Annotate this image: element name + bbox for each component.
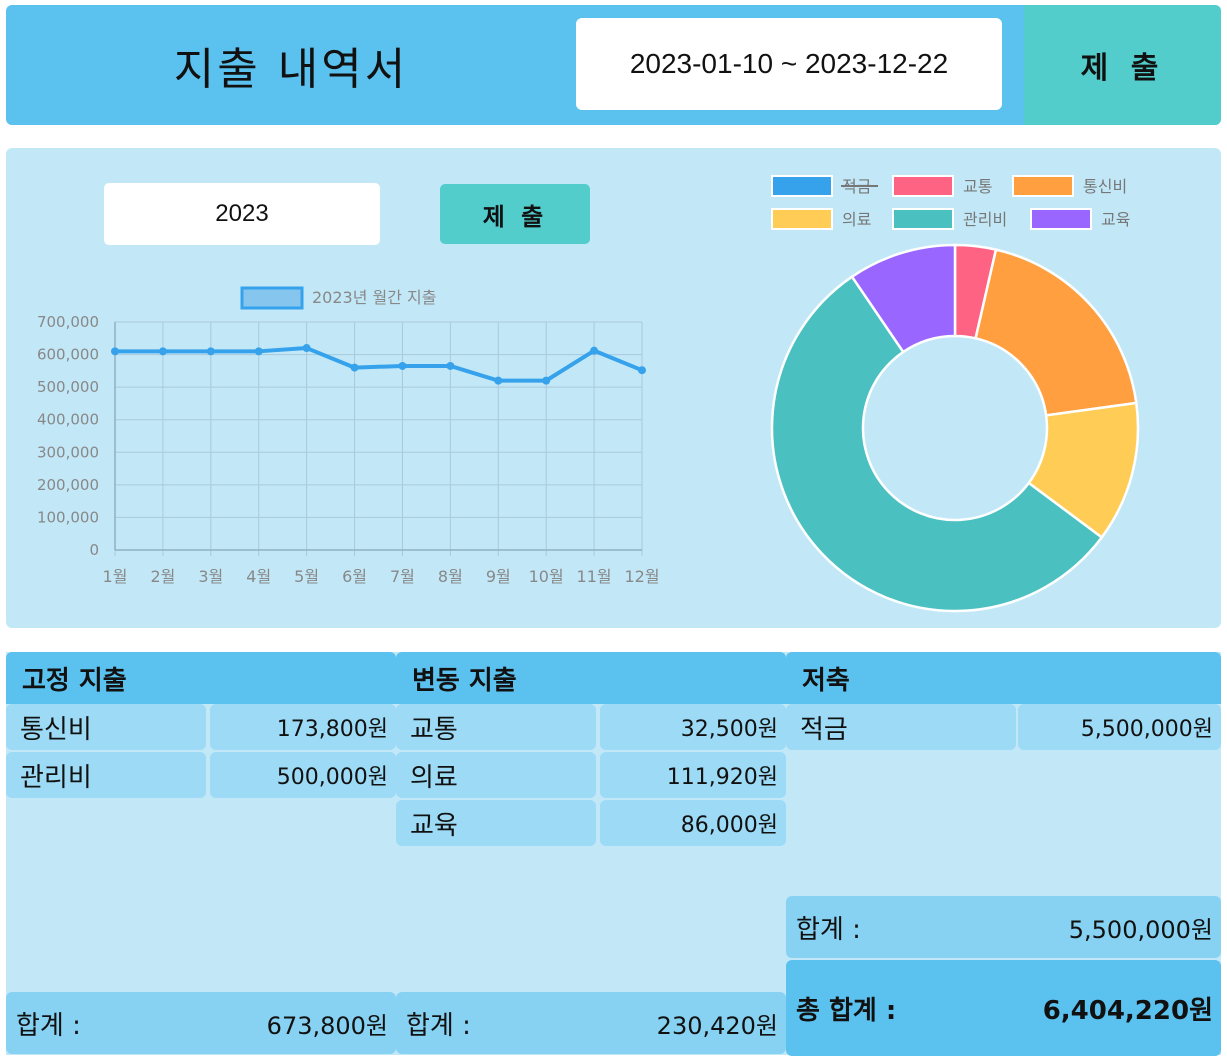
savings-header: 저축	[786, 652, 1221, 704]
variable-sum-value: 230,420원	[656, 1011, 778, 1040]
fixed-item-value: 500,000원	[210, 752, 396, 798]
year-input[interactable]	[104, 183, 380, 245]
variable-sum-label: 합계 :	[406, 1010, 471, 1041]
legend-swatch	[892, 208, 954, 230]
doughnut-slice-통신비	[974, 248, 1138, 417]
x-tick-label: 8월	[438, 567, 463, 586]
y-tick-label: 700,000	[37, 313, 99, 331]
data-point	[638, 366, 646, 375]
variable-item-label: 의료	[396, 752, 596, 798]
line-legend-label: 2023년 월간 지출	[312, 288, 437, 307]
line-legend-swatch	[240, 286, 304, 310]
data-point	[111, 347, 119, 356]
legend-label: 교육	[1101, 210, 1130, 229]
legend-swatch	[1030, 208, 1092, 230]
grand-total-row: 총 합계 : 6,404,220원	[786, 960, 1221, 1056]
legend-swatch	[1012, 175, 1074, 197]
legend-label: 통신비	[1083, 177, 1127, 196]
x-tick-label: 12월	[624, 567, 659, 586]
doughnut-legend: 적금 교통 통신비의료 관리비 교육	[771, 175, 1130, 230]
variable-item-label: 교통	[396, 704, 596, 750]
data-point	[542, 376, 551, 385]
fixed-sum-label: 합계 :	[16, 1010, 81, 1041]
data-point	[446, 361, 455, 370]
y-tick-label: 0	[89, 541, 99, 559]
savings-item-value: 5,500,000원	[1018, 704, 1221, 750]
variable-expense-header: 변동 지출	[396, 652, 786, 704]
variable-item-value: 111,920원	[600, 752, 786, 798]
x-tick-label: 1월	[103, 567, 128, 586]
savings-item-label: 적금	[786, 704, 1016, 750]
y-tick-label: 100,000	[37, 508, 99, 526]
year-submit-button[interactable]: 제 출	[440, 184, 590, 244]
variable-item-value: 32,500원	[600, 704, 786, 750]
x-tick-label: 4월	[246, 567, 271, 586]
legend-label: 의료	[842, 210, 871, 229]
data-point	[590, 346, 599, 355]
x-tick-label: 5월	[294, 567, 319, 586]
y-tick-label: 600,000	[37, 346, 99, 364]
savings-sum-label: 합계 :	[796, 914, 861, 945]
y-tick-label: 400,000	[37, 411, 99, 429]
savings-sum-value: 5,500,000원	[1068, 915, 1213, 944]
x-tick-label: 11월	[577, 567, 612, 586]
x-tick-label: 10월	[529, 567, 564, 586]
x-tick-label: 3월	[198, 567, 223, 586]
variable-sum-row: 합계 : 230,420원	[396, 992, 786, 1054]
y-tick-label: 300,000	[37, 443, 99, 461]
date-range-field[interactable]: 2023-01-10 ~ 2023-12-22	[576, 18, 1002, 110]
savings-sum-row: 합계 : 5,500,000원	[786, 896, 1221, 958]
data-point	[398, 361, 407, 370]
legend-swatch	[771, 175, 833, 197]
expense-doughnut-chart	[770, 243, 1140, 613]
data-point	[254, 347, 263, 356]
submit-button[interactable]: 제 출	[1024, 5, 1221, 125]
variable-item-value: 86,000원	[600, 800, 786, 846]
legend-label: 교통	[963, 177, 992, 196]
variable-item-label: 교육	[396, 800, 596, 846]
x-tick-label: 2월	[150, 567, 175, 586]
data-point	[350, 363, 359, 372]
data-point	[158, 347, 167, 356]
y-tick-label: 500,000	[37, 378, 99, 396]
data-point	[206, 347, 215, 356]
x-tick-label: 9월	[486, 567, 511, 586]
grand-total-label: 총 합계 :	[796, 995, 897, 1026]
data-point	[302, 344, 311, 353]
x-tick-label: 7월	[390, 567, 415, 586]
fixed-sum-value: 673,800원	[266, 1011, 388, 1040]
fixed-item-value: 173,800원	[210, 704, 396, 750]
fixed-item-label: 관리비	[6, 752, 206, 798]
x-tick-label: 6월	[342, 567, 367, 586]
fixed-sum-row: 합계 : 673,800원	[6, 992, 396, 1054]
series-line	[115, 346, 643, 383]
y-tick-label: 200,000	[37, 476, 99, 494]
data-point	[494, 376, 503, 385]
legend-swatch	[771, 208, 833, 230]
grand-total-value: 6,404,220원	[1042, 995, 1213, 1026]
page-title: 지출 내역서	[173, 44, 409, 95]
fixed-expense-header: 고정 지출	[6, 652, 396, 704]
fixed-item-label: 통신비	[6, 704, 206, 750]
monthly-expense-line-chart: 2023년 월간 지출 0 100,000 200,000 300,000 400,000…	[37, 286, 660, 586]
legend-swatch	[892, 175, 954, 197]
legend-label: 관리비	[963, 210, 1007, 229]
